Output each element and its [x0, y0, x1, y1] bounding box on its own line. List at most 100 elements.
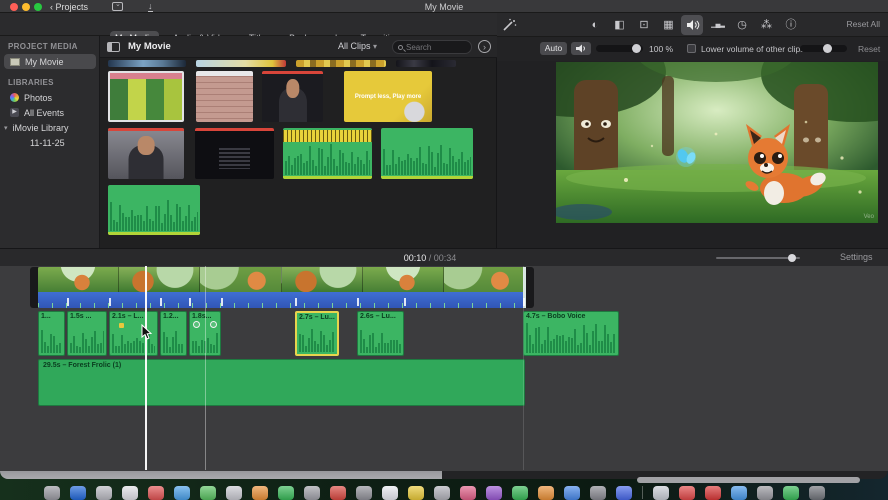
enhance-wand-icon[interactable]: [501, 18, 517, 33]
reset-all-button[interactable]: Reset All: [846, 19, 880, 29]
dock-app-icon[interactable]: [486, 485, 502, 500]
audio-clip[interactable]: 2.7s – Lu...: [295, 311, 339, 356]
dock-app-icon[interactable]: [731, 485, 747, 500]
dock-app-icon[interactable]: [757, 485, 773, 500]
horizontal-scrollbar[interactable]: [637, 477, 860, 483]
dock-app-icon[interactable]: [590, 485, 606, 500]
speed-icon[interactable]: ◷: [733, 17, 751, 33]
media-thumbnail-sliver-blue[interactable]: [108, 60, 186, 67]
volume-slider[interactable]: [596, 44, 643, 53]
fade-handle[interactable]: [193, 321, 200, 328]
audio-clip[interactable]: 4.7s – Bobo Voice: [523, 311, 619, 356]
timeline-settings-button[interactable]: Settings: [840, 252, 873, 262]
playhead[interactable]: [145, 266, 147, 470]
media-thumbnail-sliver-gold[interactable]: [296, 60, 386, 67]
dock-app-icon[interactable]: [705, 485, 721, 500]
dock-app-icon[interactable]: [809, 485, 825, 500]
color-correction-icon[interactable]: ◧: [611, 17, 629, 33]
dock-app-icon[interactable]: [122, 485, 138, 500]
sidebar-item-my-movie[interactable]: My Movie: [4, 54, 96, 69]
dock-app-icon[interactable]: [679, 485, 695, 500]
export-icon[interactable]: [112, 0, 123, 11]
dock-app-icon[interactable]: [148, 485, 164, 500]
dock-app-icon[interactable]: [382, 485, 398, 500]
audio-clip[interactable]: 2.6s – Lu...: [357, 311, 404, 356]
audio-clip[interactable]: 1.5s ...: [67, 311, 107, 356]
sidebar-item-photos[interactable]: Photos: [4, 90, 96, 105]
dock-app-icon[interactable]: [512, 485, 528, 500]
stabilization-icon[interactable]: ▦: [660, 17, 678, 33]
dock-app-icon[interactable]: [434, 485, 450, 500]
dock-app-icon[interactable]: [460, 485, 476, 500]
dock-app-icon[interactable]: [538, 485, 554, 500]
waveform: [285, 142, 370, 175]
crop-icon[interactable]: ⊡: [635, 17, 653, 33]
media-thumbnail-audio[interactable]: [108, 185, 200, 235]
download-icon[interactable]: ↓: [148, 1, 153, 12]
dock-app-icon[interactable]: [783, 485, 799, 500]
dock-app-icon[interactable]: [174, 485, 190, 500]
clip-filter-dropdown[interactable]: All Clips ▾: [338, 41, 377, 51]
sidebar-item-all-events[interactable]: ▶ All Events: [4, 105, 96, 120]
trim-handle-left[interactable]: [30, 267, 38, 308]
filters-icon[interactable]: ⁂: [758, 17, 776, 33]
minimize-window-button[interactable]: [22, 3, 30, 11]
dock-app-icon[interactable]: [44, 485, 60, 500]
dock-app-icon[interactable]: [653, 485, 669, 500]
dock-app-icon[interactable]: [408, 485, 424, 500]
timeline-zoom-slider[interactable]: [716, 254, 800, 262]
dock-app-icon[interactable]: [278, 485, 294, 500]
audio-clip[interactable]: 1.2...: [160, 311, 187, 356]
dock-app-icon[interactable]: [252, 485, 268, 500]
clip-label: 2.6s – Lu...: [360, 313, 396, 320]
volume-percent: 100 %: [649, 44, 674, 54]
photos-icon: [10, 93, 19, 102]
auto-volume-button[interactable]: Auto: [540, 42, 567, 55]
dock-app-icon[interactable]: [356, 485, 372, 500]
chevron-down-icon[interactable]: ▾: [4, 124, 8, 132]
back-to-projects-button[interactable]: ‹ Projects: [50, 2, 88, 12]
search-input[interactable]: Search: [392, 40, 472, 54]
info-icon[interactable]: ⓘ: [782, 17, 800, 33]
dock-app-icon[interactable]: [616, 485, 632, 500]
fade-handle[interactable]: [210, 321, 217, 328]
media-thumbnail-slide-yellow[interactable]: Prompt less, Play more: [344, 71, 432, 122]
reset-button[interactable]: Reset: [858, 44, 880, 54]
media-thumbnail-sliver-dark[interactable]: [396, 60, 456, 67]
media-thumbnail-sliver-sky[interactable]: [196, 60, 286, 67]
dock-app-icon[interactable]: [226, 485, 242, 500]
clip-label: 1...: [41, 313, 51, 320]
music-clip[interactable]: 29.5s – Forest Frolic (1): [38, 359, 525, 406]
mute-button[interactable]: [571, 42, 591, 55]
close-window-button[interactable]: [10, 3, 18, 11]
lower-volume-slider[interactable]: [800, 44, 847, 53]
sidebar-item-date[interactable]: 11-11-25: [4, 135, 96, 150]
sidebar-item-imovie-library[interactable]: ▾ iMovie Library: [4, 120, 96, 135]
media-thumbnail-terminal[interactable]: [195, 128, 274, 179]
media-thumbnail-audio[interactable]: [381, 128, 473, 179]
noise-reduction-icon[interactable]: ▁▄▂: [709, 17, 727, 33]
video-clip[interactable]: [38, 267, 525, 308]
media-thumbnail-audio-yellowtop[interactable]: [283, 128, 372, 179]
audio-clip[interactable]: 1...: [38, 311, 65, 356]
dock-app-icon[interactable]: [330, 485, 346, 500]
dock-app-icon[interactable]: [564, 485, 580, 500]
zoom-window-button[interactable]: [34, 3, 42, 11]
media-thumbnail-app-grid[interactable]: [108, 71, 184, 122]
dock-app-icon[interactable]: [200, 485, 216, 500]
media-thumbnail-doc-pink[interactable]: [196, 71, 253, 122]
video-audio-waveform: [38, 292, 525, 308]
continuous-playback-icon[interactable]: ›: [478, 40, 491, 53]
sidebar-toggle-icon[interactable]: [107, 42, 120, 52]
dock-app-icon[interactable]: [96, 485, 112, 500]
libraries-header: LIBRARIES: [8, 78, 54, 87]
volume-icon[interactable]: [684, 17, 702, 33]
trim-handle-right[interactable]: [526, 267, 534, 308]
lower-volume-checkbox[interactable]: [687, 44, 696, 53]
color-balance-icon[interactable]: ◐: [586, 17, 604, 33]
media-thumbnail-desk[interactable]: [108, 128, 184, 179]
titlebar: ‹ Projects ↓ My Movie: [0, 0, 888, 13]
dock-app-icon[interactable]: [304, 485, 320, 500]
media-thumbnail-webcam[interactable]: [262, 71, 323, 122]
dock-app-icon[interactable]: [70, 485, 86, 500]
